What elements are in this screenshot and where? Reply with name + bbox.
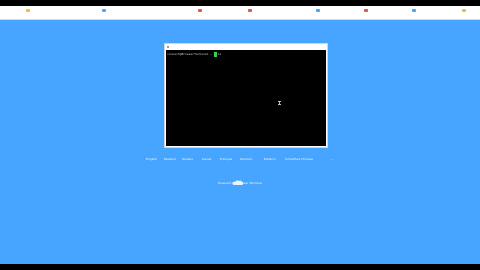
tab-favicon-icon[interactable] [412,9,416,12]
tab-favicon-icon[interactable] [364,9,368,12]
screen-frame: connect@BrowserTerminal ~ $ ls English E… [0,0,480,270]
language-link[interactable]: Espãnol [264,156,276,162]
language-link[interactable]: Simplified Chinese [285,156,313,162]
mouse-text-cursor-icon [278,101,281,105]
logo-caption: Powered by Browser Terminal [217,181,263,185]
tab-favicon-icon[interactable] [198,9,202,12]
language-link[interactable]: Deutsch [240,156,252,162]
language-link-more[interactable]: ... [330,156,333,162]
language-links: English Español Italiano Dansk Français … [140,156,340,162]
browser-terminal-logo-icon[interactable] [232,172,244,185]
language-link[interactable]: Español [164,156,176,162]
tab-favicon-icon[interactable] [102,9,106,12]
tab-favicon-icon[interactable] [26,9,30,12]
language-link[interactable]: Français [220,156,232,162]
tab-favicon-icon[interactable] [248,9,252,12]
language-link[interactable]: Italiano [182,156,193,162]
terminal-cursor [214,52,217,57]
language-link-english[interactable]: English [146,156,157,162]
tab-favicon-icon[interactable] [462,9,466,12]
language-link[interactable]: Dansk [202,156,211,162]
tab-favicon-icon[interactable] [316,9,320,12]
browser-tab-strip[interactable] [0,6,480,20]
terminal-window[interactable]: connect@BrowserTerminal ~ $ ls [164,43,328,148]
window-icon [167,46,169,48]
terminal-screen[interactable]: connect@BrowserTerminal ~ $ ls [166,50,326,146]
